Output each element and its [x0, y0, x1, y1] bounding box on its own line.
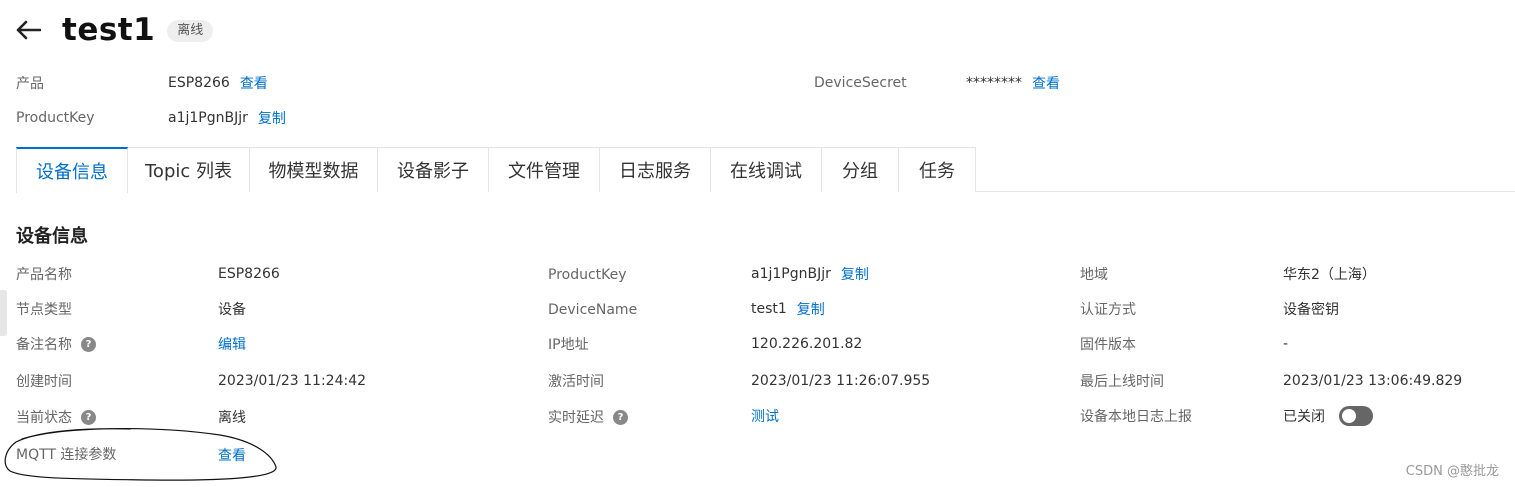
firmware-version-value: -	[1283, 336, 1289, 352]
region-label: 地域	[1080, 267, 1108, 283]
created-time-label: 创建时间	[16, 374, 72, 390]
meta-secret-row: DeviceSecret ******** 查看	[814, 72, 1060, 94]
tab-file-management[interactable]: 文件管理	[489, 147, 600, 192]
info-productkey-value: a1j1PgnBJjr	[751, 266, 831, 282]
ip-address-value: 120.226.201.82	[751, 336, 863, 352]
tab-group[interactable]: 分组	[822, 147, 899, 192]
tab-task[interactable]: 任务	[899, 147, 976, 192]
side-drawer-handle[interactable]	[0, 290, 7, 336]
info-productkey-copy-link[interactable]: 复制	[841, 264, 869, 284]
tab-bar: 设备信息 Topic 列表 物模型数据 设备影子 文件管理 日志服务 在线调试 …	[16, 147, 1515, 193]
toggle-knob	[1342, 409, 1356, 423]
tab-log-service[interactable]: 日志服务	[600, 147, 711, 192]
meta-product-value: ESP8266	[168, 75, 230, 91]
tab-online-debug[interactable]: 在线调试	[711, 147, 822, 192]
meta-secret-label: DeviceSecret	[814, 75, 907, 91]
devicename-value: test1	[751, 301, 787, 317]
devicename-copy-link[interactable]: 复制	[797, 299, 825, 319]
created-time-value: 2023/01/23 11:24:42	[218, 373, 367, 389]
latency-test-cell: 测试	[741, 405, 779, 427]
local-log-label: 设备本地日志上报	[1080, 409, 1192, 425]
last-online-value: 2023/01/23 13:06:49.829	[1283, 373, 1463, 389]
activated-time-label: 激活时间	[548, 374, 604, 390]
page-header: test1 离线	[14, 10, 214, 50]
last-online-label: 最后上线时间	[1080, 374, 1164, 390]
meta-product-label: 产品	[16, 76, 44, 92]
activated-time-value: 2023/01/23 11:26:07.955	[751, 373, 931, 389]
meta-productkey-row: ProductKey a1j1PgnBJjr 复制	[16, 107, 286, 129]
auth-method-value: 设备密钥	[1283, 302, 1339, 318]
info-productkey-label: ProductKey	[548, 267, 627, 283]
tab-topic-list[interactable]: Topic 列表	[128, 147, 250, 192]
product-name-label: 产品名称	[16, 267, 72, 283]
help-icon[interactable]: ?	[81, 336, 96, 352]
latency-test-link[interactable]: 测试	[751, 406, 779, 426]
meta-productkey-copy-link[interactable]: 复制	[258, 108, 286, 128]
latency-label: 实时延迟	[548, 410, 604, 426]
tab-device-info[interactable]: 设备信息	[16, 147, 128, 193]
auth-method-label: 认证方式	[1080, 302, 1136, 318]
ip-address-label: IP地址	[548, 337, 589, 353]
back-arrow-icon[interactable]	[14, 16, 42, 44]
tab-device-shadow[interactable]: 设备影子	[378, 147, 489, 192]
current-status-label: 当前状态	[16, 410, 72, 426]
devicename-label: DeviceName	[548, 302, 638, 318]
node-type-label: 节点类型	[16, 302, 72, 318]
remark-name-row: 备注名称 ?	[16, 333, 96, 355]
remark-edit-cell: 编辑	[208, 333, 246, 355]
meta-product-row: 产品 ESP8266 查看	[16, 72, 268, 94]
meta-secret-value: ********	[966, 75, 1022, 91]
node-type-value: 设备	[218, 302, 246, 318]
status-badge: 离线	[167, 20, 214, 42]
firmware-version-label: 固件版本	[1080, 337, 1136, 353]
devicename-row: test1 复制	[751, 298, 825, 320]
meta-secret-view-link[interactable]: 查看	[1032, 73, 1060, 93]
remark-edit-link[interactable]: 编辑	[218, 334, 246, 354]
local-log-value: 已关闭	[1283, 409, 1325, 425]
watermark: CSDN @憨批龙	[1405, 464, 1499, 479]
help-icon[interactable]: ?	[81, 409, 96, 425]
meta-product-view-link[interactable]: 查看	[240, 73, 268, 93]
remark-name-label: 备注名称	[16, 337, 72, 353]
meta-productkey-label: ProductKey	[16, 110, 95, 126]
info-productkey-row: a1j1PgnBJjr 复制	[751, 263, 869, 285]
section-title: 设备信息	[16, 226, 88, 247]
region-value: 华东2（上海）	[1283, 267, 1376, 283]
annotation-circle	[4, 428, 277, 481]
latency-row: 实时延迟 ?	[548, 406, 628, 428]
page-title: test1	[62, 12, 156, 48]
help-icon[interactable]: ?	[613, 409, 628, 425]
tab-thing-model-data[interactable]: 物模型数据	[250, 147, 378, 192]
meta-productkey-value: a1j1PgnBJjr	[168, 110, 248, 126]
local-log-row: 已关闭	[1283, 405, 1373, 427]
product-name-value: ESP8266	[218, 266, 280, 282]
local-log-toggle[interactable]	[1339, 406, 1373, 426]
